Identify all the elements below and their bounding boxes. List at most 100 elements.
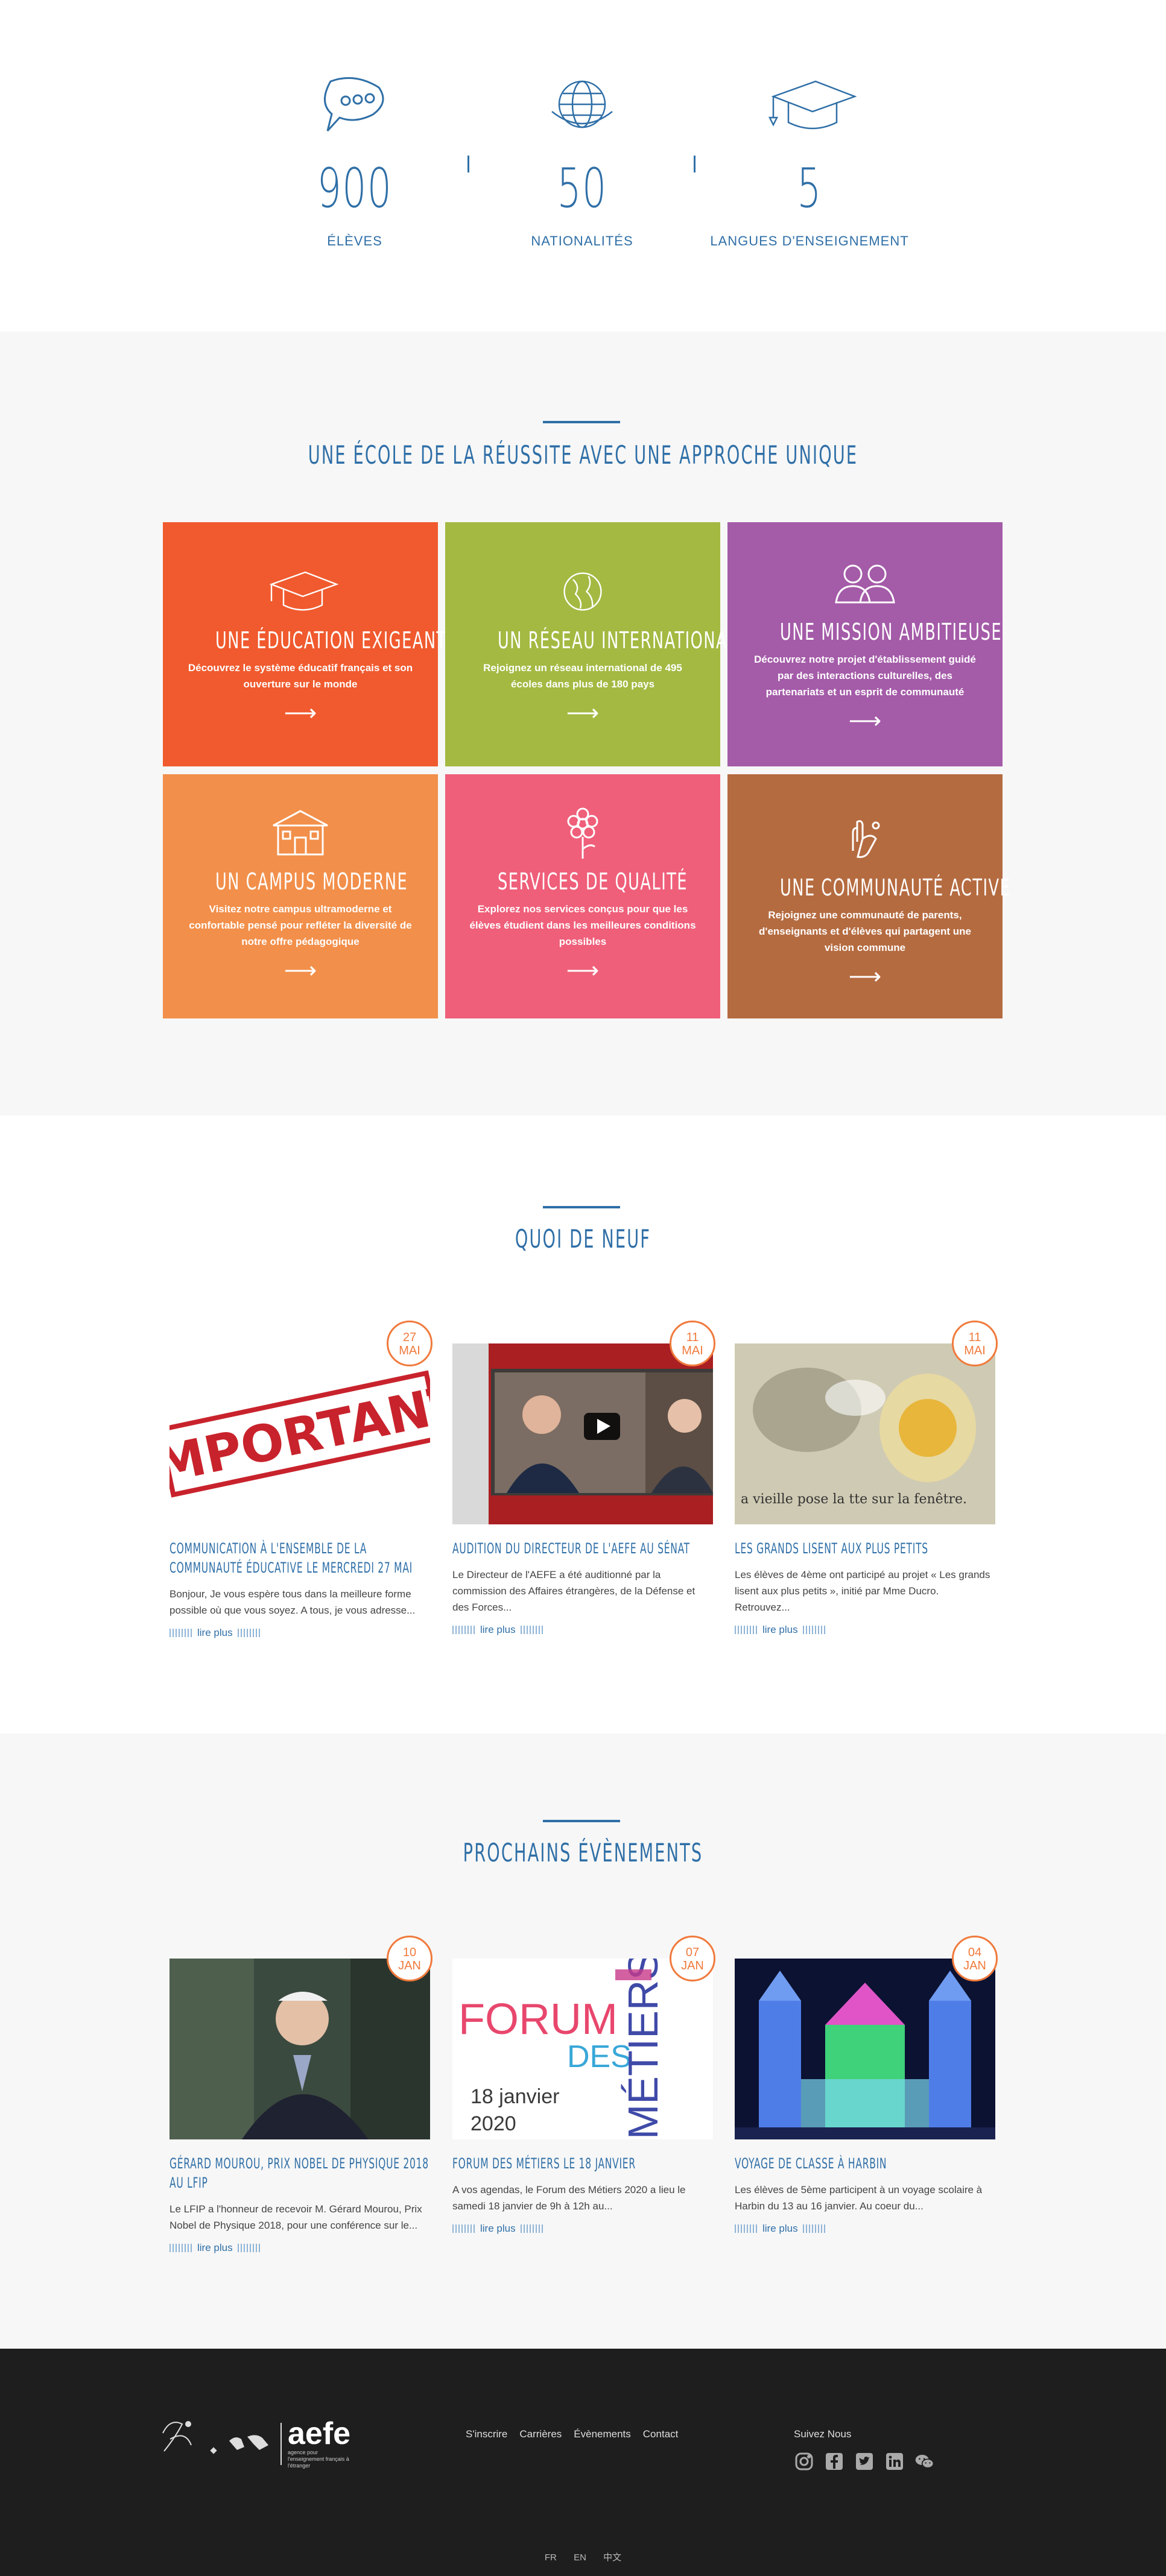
tile-description: Découvrez notre projet d'établissement g… xyxy=(754,654,976,698)
event-card[interactable]: 04 JAN Voyage de classe à Harbin Les élèv… xyxy=(735,1936,998,2235)
event-excerpt: Le LFIP a l'honneur de recevoir M. Gérar… xyxy=(170,2203,422,2231)
flower-icon xyxy=(469,806,696,860)
news-section: Quoi de neuf 27 MAI IMPORTANT Communicati… xyxy=(0,1116,1166,1734)
event-thumbnail[interactable] xyxy=(170,1959,430,2139)
news-excerpt: Le Directeur de l'AEFE a été auditionné … xyxy=(452,1569,695,1613)
linkedin-icon[interactable] xyxy=(884,2451,905,2472)
lang-zh[interactable]: 中文 xyxy=(603,2552,621,2563)
instagram-icon[interactable] xyxy=(794,2451,814,2472)
tile-title: Un campus moderne xyxy=(215,868,408,895)
hands-icon xyxy=(752,812,978,866)
globe-icon xyxy=(469,564,696,619)
event-poster[interactable]: FORUM DES MÉTIERS 18 janvier 2020 xyxy=(452,1959,713,2139)
poster-date: 18 janvier xyxy=(471,2085,559,2108)
tile-title: Une mission ambitieuse xyxy=(780,619,1003,645)
school-building-icon xyxy=(187,806,414,860)
graduation-cap-icon xyxy=(187,564,414,619)
stat-languages: 5 LANGUES D'ENSEIGNEMENT xyxy=(707,72,912,249)
event-excerpt: Les élèves de 5ème participent à un voya… xyxy=(735,2184,983,2212)
date-badge: 04 JAN xyxy=(952,1936,998,1981)
footer: aefe agence pour l'enseignement français… xyxy=(0,2349,1166,2576)
stats-section: 900 ÉLÈVES 50 NATIONALITÉS 5 LANGUES D'E… xyxy=(0,0,1166,332)
tile-services[interactable]: Services de qualité Explorez nos service… xyxy=(445,774,720,1018)
footer-nav: S'inscrire Carrières Évènements Contact xyxy=(466,2428,678,2440)
news-excerpt: Bonjour, Je vous espère tous dans la mei… xyxy=(170,1588,416,1616)
globe-icon xyxy=(480,72,685,139)
tile-description: Rejoignez une communauté de parents, d'e… xyxy=(759,909,971,953)
tile-education[interactable]: Une éducation exigeante Découvrez le sys… xyxy=(163,522,458,766)
news-thumbnail[interactable]: a vieille pose la tte sur la fenêtre. xyxy=(735,1343,995,1524)
poster-forum: FORUM xyxy=(458,1995,618,2044)
date-badge: 10 JAN xyxy=(387,1936,432,1981)
section-rule xyxy=(543,1206,620,1208)
tile-title: Une éducation exigeante xyxy=(215,627,458,654)
graduation-cap-icon xyxy=(707,72,912,139)
tile-description: Rejoignez un réseau international de 495… xyxy=(483,662,682,690)
lang-en[interactable]: EN xyxy=(574,2552,586,2563)
news-title[interactable]: Audition du directeur de l'AEFE au Sénat xyxy=(452,1539,713,1558)
people-icon xyxy=(752,556,978,610)
stat-label: LANGUES D'ENSEIGNEMENT xyxy=(710,233,909,248)
tile-community[interactable]: Une communauté active Rejoignez une comm… xyxy=(727,774,1011,1018)
event-card[interactable]: 10 JAN Gérard Mourou, Prix Nobel de Physi… xyxy=(170,1936,432,2254)
aefe-logo[interactable]: aefe agence pour l'enseignement français… xyxy=(226,2418,354,2469)
stat-value: 5 xyxy=(797,157,822,220)
arrow-right-icon: ⟶ xyxy=(848,709,882,734)
facebook-icon[interactable] xyxy=(824,2451,844,2472)
news-title[interactable]: Les grands lisent aux plus petits xyxy=(735,1539,995,1558)
date-badge: 07 JAN xyxy=(670,1936,715,1981)
news-card[interactable]: 11 MAI Audition du directeur de l'AEFE au… xyxy=(452,1321,715,1636)
event-card[interactable]: 07 JAN FORUM DES MÉTIERS 18 janvier 2020 … xyxy=(452,1936,715,2235)
separator-dot xyxy=(210,2447,217,2454)
arrow-right-icon: ⟶ xyxy=(566,958,600,983)
news-thumbnail[interactable]: IMPORTANT xyxy=(170,1343,430,1524)
event-title[interactable]: Gérard Mourou, Prix Nobel de Physique 20… xyxy=(170,2154,430,2192)
date-badge: 11 MAI xyxy=(670,1321,715,1366)
stat-nationalities: 50 NATIONALITÉS xyxy=(480,72,685,249)
read-more-link[interactable]: lire plus xyxy=(735,2223,995,2235)
follow-label: Suivez Nous xyxy=(794,2428,852,2440)
event-thumbnail[interactable] xyxy=(735,1959,995,2139)
world-map-icon xyxy=(229,2434,268,2450)
news-excerpt: Les élèves de 4ème ont participé au proj… xyxy=(735,1569,990,1613)
lang-fr[interactable]: FR xyxy=(545,2552,557,2563)
footer-link-inscrire[interactable]: S'inscrire xyxy=(466,2428,507,2440)
features-section: Une école de la réussite avec une approc… xyxy=(0,332,1166,1116)
stat-label: NATIONALITÉS xyxy=(531,233,633,248)
tile-title: Services de qualité xyxy=(498,868,688,895)
read-more-link[interactable]: lire plus xyxy=(170,2242,430,2254)
stat-students: 900 ÉLÈVES xyxy=(252,72,457,249)
book-text: a vieille pose la tte sur la fenêtre. xyxy=(741,1492,967,1507)
footer-link-evenements[interactable]: Évènements xyxy=(574,2428,631,2440)
section-title: Prochains évènements xyxy=(463,1838,703,1867)
wechat-icon[interactable] xyxy=(914,2451,935,2472)
tile-mission[interactable]: Une mission ambitieuse Découvrez notre p… xyxy=(727,522,1003,766)
footer-link-carrieres[interactable]: Carrières xyxy=(519,2428,562,2440)
tile-campus[interactable]: Un campus moderne Visitez notre campus u… xyxy=(163,774,438,1018)
read-more-link[interactable]: lire plus xyxy=(452,2223,713,2235)
footer-link-contact[interactable]: Contact xyxy=(643,2428,679,2440)
arrow-right-icon: ⟶ xyxy=(284,701,317,726)
tile-network[interactable]: Un réseau international Rejoignez un rés… xyxy=(445,522,736,766)
read-more-link[interactable]: lire plus xyxy=(735,1624,995,1636)
event-excerpt: A vos agendas, le Forum des Métiers 2020… xyxy=(452,2184,686,2212)
event-title[interactable]: Voyage de classe à Harbin xyxy=(735,2154,995,2173)
event-title[interactable]: Forum des Métiers le 18 janvier xyxy=(452,2154,713,2173)
aefe-wordmark: aefe xyxy=(288,2416,351,2451)
school-logo[interactable] xyxy=(158,2415,200,2463)
news-card[interactable]: 27 MAI IMPORTANT Communication à l'ensemb… xyxy=(170,1321,432,1639)
arrow-right-icon: ⟶ xyxy=(848,964,882,990)
date-badge: 11 MAI xyxy=(952,1321,998,1366)
section-title: Quoi de neuf xyxy=(515,1224,651,1254)
arrow-right-icon: ⟶ xyxy=(566,701,600,726)
read-more-link[interactable]: lire plus xyxy=(170,1627,430,1639)
news-title[interactable]: Communication à l'ensemble de la communa… xyxy=(170,1539,430,1577)
read-more-link[interactable]: lire plus xyxy=(452,1624,713,1636)
video-thumbnail[interactable] xyxy=(452,1343,713,1524)
twitter-icon[interactable] xyxy=(854,2451,875,2472)
section-rule xyxy=(543,421,620,423)
stat-label: ÉLÈVES xyxy=(327,233,382,248)
news-card[interactable]: 11 MAI a vieille pose la tte sur la fenêt… xyxy=(735,1321,998,1636)
arrow-right-icon: ⟶ xyxy=(284,958,317,983)
tile-title: Une communauté active xyxy=(780,874,1011,901)
